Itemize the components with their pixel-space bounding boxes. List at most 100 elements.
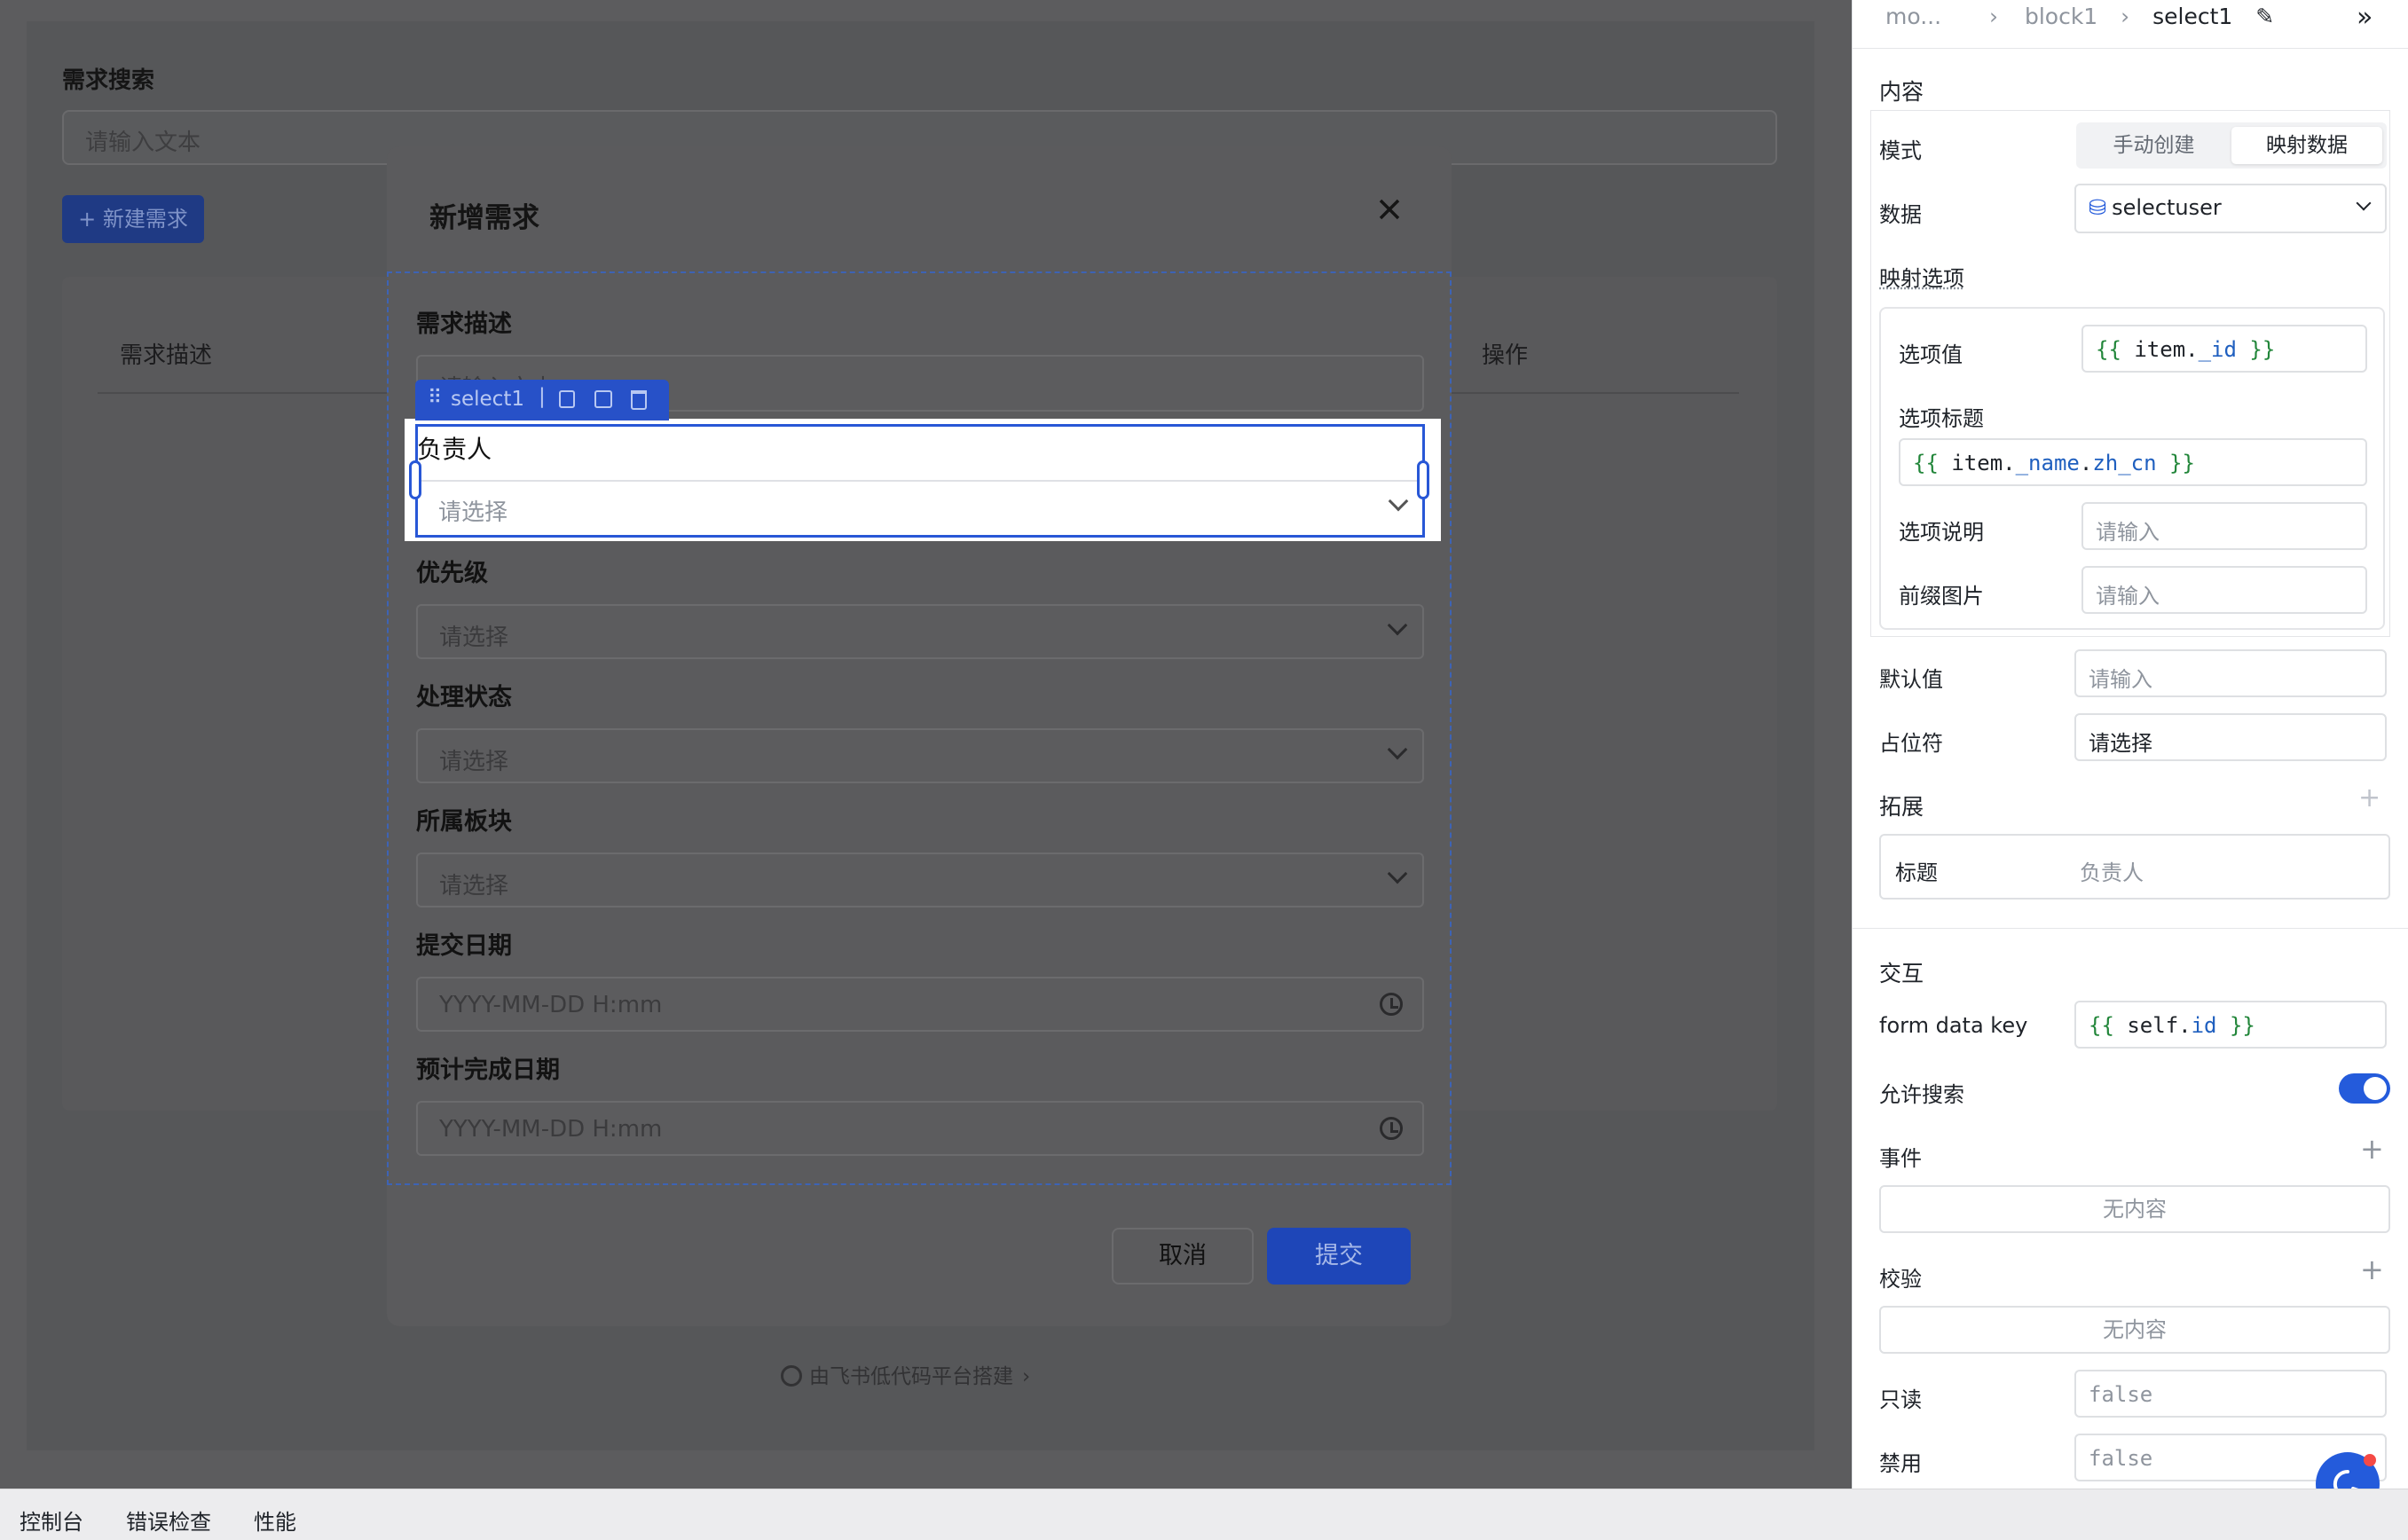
code-open: {{ — [2096, 337, 2135, 362]
option-value-input[interactable]: {{ item._id }} — [2081, 325, 2367, 373]
code-close: }} — [2156, 451, 2195, 475]
chevron-down-icon — [1387, 863, 1408, 884]
field-label-due-date: 预计完成日期 — [416, 1057, 560, 1084]
validation-label: 校验 — [1879, 1267, 1922, 1292]
lowcode-logo-icon — [781, 1365, 802, 1387]
placeholder-label: 占位符 — [1879, 731, 1943, 756]
close-icon[interactable] — [1373, 193, 1405, 225]
content-section-title: 内容 — [1879, 79, 1924, 105]
mode-label: 模式 — [1879, 138, 1922, 163]
due-date-picker[interactable]: YYYY-MM-DD H:mm — [416, 1101, 1424, 1156]
chevron-down-icon — [2356, 195, 2372, 211]
owner-select[interactable]: 请选择 — [417, 480, 1423, 535]
events-empty: 无内容 — [1879, 1185, 2390, 1233]
code-prop: id — [2191, 1013, 2217, 1038]
footer-text: 由飞书低代码平台搭建 — [809, 1365, 1013, 1388]
status-select[interactable]: 请选择 — [416, 728, 1424, 783]
code-obj: item. — [2134, 337, 2199, 362]
code-open: {{ — [1913, 451, 1952, 475]
submit-button[interactable]: 提交 — [1267, 1228, 1411, 1285]
readonly-input[interactable]: false — [2074, 1370, 2387, 1418]
submit-date-placeholder: YYYY-MM-DD H:mm — [439, 992, 663, 1018]
placeholder-input[interactable]: 请选择 — [2074, 713, 2387, 761]
panel-divider — [1853, 48, 2408, 49]
component-name: select1 — [451, 388, 524, 411]
search-title: 需求搜索 — [62, 67, 155, 94]
option-title-input[interactable]: {{ item._name.zh_cn }} — [1899, 438, 2367, 486]
section-divider — [1853, 928, 2408, 929]
form-key-input[interactable]: {{ self.id }} — [2074, 1001, 2387, 1049]
breadcrumb: mo... › block1 › select1 ✎ — [1885, 4, 2274, 29]
component-toolbar: ⠿ select1 | — [415, 380, 669, 420]
allow-search-label: 允许搜索 — [1879, 1082, 1964, 1107]
add-validation-icon[interactable]: + — [2360, 1253, 2384, 1286]
code-obj: self. — [2127, 1013, 2192, 1038]
extend-section-title: 拓展 — [1879, 794, 1924, 820]
code-close: }} — [2216, 1013, 2255, 1038]
priority-select[interactable]: 请选择 — [416, 604, 1424, 659]
tab-error-check[interactable]: 错误检查 — [126, 1505, 211, 1536]
new-requirement-button[interactable]: + 新建需求 — [62, 195, 204, 243]
validation-empty: 无内容 — [1879, 1306, 2390, 1354]
drag-handle-icon[interactable]: ⠿ — [428, 387, 442, 409]
breadcrumb-item[interactable]: block1 — [2025, 4, 2097, 29]
disabled-label: 禁用 — [1879, 1451, 1922, 1476]
chevron-down-icon — [1387, 739, 1408, 760]
chevron-down-icon — [1388, 491, 1409, 512]
code-prop: zh_cn — [2092, 451, 2157, 475]
cancel-button[interactable]: 取消 — [1112, 1228, 1254, 1285]
prefix-image-input[interactable]: 请输入 — [2081, 566, 2367, 614]
allow-search-toggle[interactable] — [2339, 1073, 2390, 1104]
extend-title-value[interactable]: 负责人 — [2080, 855, 2144, 886]
chevron-right-icon: › — [1022, 1365, 1031, 1388]
option-desc-input[interactable]: 请输入 — [2081, 502, 2367, 550]
tab-performance[interactable]: 性能 — [254, 1505, 296, 1536]
default-value-label: 默认值 — [1879, 667, 1943, 692]
due-date-placeholder: YYYY-MM-DD H:mm — [439, 1116, 663, 1143]
resize-handle-right[interactable] — [1417, 460, 1429, 499]
mode-manual-option[interactable]: 手动创建 — [2081, 127, 2227, 164]
data-source-select[interactable]: ⛁ selectuser — [2074, 184, 2387, 233]
readonly-label: 只读 — [1879, 1387, 1922, 1412]
chevron-down-icon — [1387, 615, 1408, 636]
option-desc-label: 选项说明 — [1899, 520, 1984, 545]
default-value-input[interactable]: 请输入 — [2074, 649, 2387, 697]
code-obj: item. — [1951, 451, 2016, 475]
copy-icon[interactable] — [559, 390, 575, 408]
code-close: }} — [2236, 337, 2276, 362]
breadcrumb-item[interactable]: mo... — [1885, 4, 1941, 29]
edit-icon[interactable]: ✎ — [2255, 4, 2274, 29]
tab-console[interactable]: 控制台 — [20, 1505, 83, 1536]
priority-placeholder: 请选择 — [439, 625, 509, 651]
field-label-status: 处理状态 — [416, 684, 512, 711]
collapse-panel-icon[interactable]: » — [2357, 2, 2373, 33]
add-event-icon[interactable]: + — [2360, 1132, 2384, 1166]
clock-icon — [1380, 993, 1403, 1016]
module-placeholder: 请选择 — [439, 873, 509, 900]
field-label-submit-date: 提交日期 — [416, 932, 512, 960]
notification-dot — [2364, 1454, 2376, 1466]
option-title-label: 选项标题 — [1899, 406, 1984, 431]
delete-icon[interactable] — [631, 390, 647, 410]
owner-select-placeholder: 请选择 — [438, 499, 508, 526]
field-label-module: 所属板块 — [416, 808, 512, 836]
resize-handle-left[interactable] — [409, 460, 421, 499]
mapping-options-label: 映射选项 — [1879, 266, 1964, 291]
database-icon: ⛁ — [2089, 195, 2107, 220]
duplicate-icon[interactable] — [594, 390, 612, 408]
code-prop: _id — [2198, 337, 2237, 362]
chevron-right-icon: › — [2121, 4, 2130, 29]
code-prop: _name — [2015, 451, 2080, 475]
built-by-footer[interactable]: 由飞书低代码平台搭建 › — [781, 1359, 1030, 1389]
status-placeholder: 请选择 — [439, 749, 509, 775]
extend-title-label: 标题 — [1895, 860, 1938, 885]
field-label-desc: 需求描述 — [416, 310, 512, 338]
module-select[interactable]: 请选择 — [416, 852, 1424, 908]
breadcrumb-current: select1 — [2152, 4, 2233, 29]
toolbar-divider: | — [539, 385, 546, 408]
mode-mapping-option[interactable]: 映射数据 — [2231, 127, 2382, 164]
submit-date-picker[interactable]: YYYY-MM-DD H:mm — [416, 977, 1424, 1032]
code-dot: . — [2079, 451, 2093, 475]
prefix-image-label: 前缀图片 — [1899, 584, 1984, 609]
add-extend-icon[interactable]: + — [2358, 782, 2380, 813]
